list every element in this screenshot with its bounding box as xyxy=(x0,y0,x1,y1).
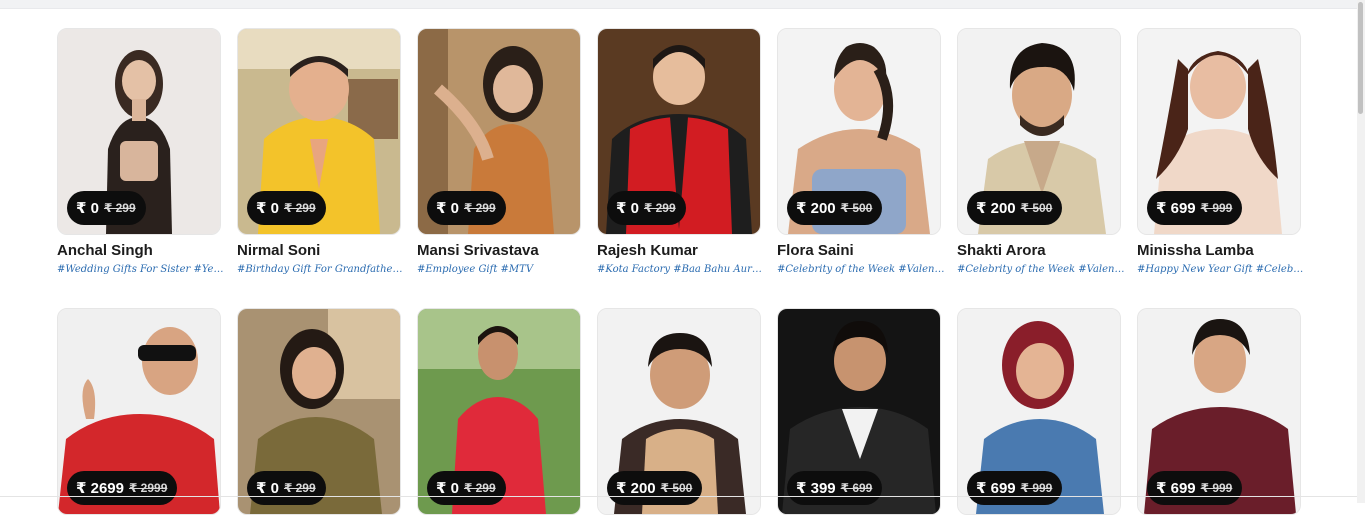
celebrity-photo[interactable]: ₹ 0 ₹ 299 xyxy=(417,308,581,515)
viewport-bottom-divider xyxy=(0,496,1357,497)
original-price: ₹ 500 xyxy=(660,481,693,495)
celebrity-name[interactable]: Shakti Arora xyxy=(957,242,1121,259)
celebrity-photo[interactable]: ₹ 200 ₹ 500 xyxy=(957,28,1121,235)
celebrity-name[interactable]: Minissha Lamba xyxy=(1137,242,1301,259)
price-badge: ₹ 200 ₹ 500 xyxy=(607,471,703,505)
celebrity-tags[interactable]: #Celebrity of the Week #Valentin... xyxy=(957,264,1125,275)
celebrity-grid-row-2: ₹ 2699 ₹ 2999 ₹ 0 ₹ 299 ₹ 0 ₹ 299 ₹ 200 … xyxy=(57,308,1301,515)
celebrity-card[interactable]: ₹ 0 ₹ 299 Rajesh Kumar #Kota Factory #Ba… xyxy=(597,28,765,275)
celebrity-name[interactable]: Flora Saini xyxy=(777,242,941,259)
original-price: ₹ 999 xyxy=(1200,201,1233,215)
celebrity-tags[interactable]: #Celebrity of the Week #Valentin... xyxy=(777,264,945,275)
celebrity-photo[interactable]: ₹ 2699 ₹ 2999 xyxy=(57,308,221,515)
celebrity-card[interactable]: ₹ 699 ₹ 999 Minissha Lamba #Happy New Ye… xyxy=(1137,28,1305,275)
celebrity-photo[interactable]: ₹ 0 ₹ 299 xyxy=(417,28,581,235)
price: ₹ 0 xyxy=(76,200,99,217)
original-price: ₹ 299 xyxy=(103,201,136,215)
celebrity-card[interactable]: ₹ 0 ₹ 299 Anchal Singh #Wedding Gifts Fo… xyxy=(57,28,225,275)
celebrity-card[interactable]: ₹ 0 ₹ 299 Mansi Srivastava #Employee Gif… xyxy=(417,28,581,275)
celebrity-tags[interactable]: #Wedding Gifts For Sister #Yeh Ka... xyxy=(57,264,225,275)
celebrity-photo[interactable]: ₹ 699 ₹ 999 xyxy=(957,308,1121,515)
price-badge: ₹ 0 ₹ 299 xyxy=(427,471,506,505)
celebrity-photo[interactable]: ₹ 0 ₹ 299 xyxy=(237,28,401,235)
price: ₹ 0 xyxy=(436,480,459,497)
price: ₹ 2699 xyxy=(76,480,124,497)
price: ₹ 699 xyxy=(1156,200,1196,217)
price-badge: ₹ 0 ₹ 299 xyxy=(67,191,146,225)
price: ₹ 699 xyxy=(976,480,1016,497)
celebrity-name[interactable]: Mansi Srivastava xyxy=(417,242,581,259)
price: ₹ 0 xyxy=(616,200,639,217)
celebrity-card[interactable]: ₹ 200 ₹ 500 Flora Saini #Celebrity of th… xyxy=(777,28,945,275)
original-price: ₹ 500 xyxy=(1020,201,1053,215)
original-price: ₹ 299 xyxy=(463,201,496,215)
celebrity-card[interactable]: ₹ 0 ₹ 299 xyxy=(417,308,581,515)
price-badge: ₹ 699 ₹ 999 xyxy=(1147,191,1243,225)
celebrity-tags[interactable]: #Kota Factory #Baa Bahu Aur Ba... xyxy=(597,264,765,275)
original-price: ₹ 2999 xyxy=(128,481,168,495)
price: ₹ 200 xyxy=(796,200,836,217)
price: ₹ 0 xyxy=(256,480,279,497)
celebrity-photo[interactable]: ₹ 0 ₹ 299 xyxy=(597,28,761,235)
celebrity-card[interactable]: ₹ 2699 ₹ 2999 xyxy=(57,308,221,515)
price: ₹ 200 xyxy=(616,480,656,497)
celebrity-card[interactable]: ₹ 699 ₹ 999 xyxy=(1137,308,1301,515)
scrollbar-thumb[interactable] xyxy=(1358,2,1363,114)
price: ₹ 0 xyxy=(256,200,279,217)
celebrity-photo[interactable]: ₹ 699 ₹ 999 xyxy=(1137,28,1301,235)
original-price: ₹ 999 xyxy=(1020,481,1053,495)
price-badge: ₹ 0 ₹ 299 xyxy=(427,191,506,225)
celebrity-card[interactable]: ₹ 399 ₹ 699 xyxy=(777,308,941,515)
celebrity-photo[interactable]: ₹ 699 ₹ 999 xyxy=(1137,308,1301,515)
original-price: ₹ 299 xyxy=(283,481,316,495)
price: ₹ 699 xyxy=(1156,480,1196,497)
price: ₹ 399 xyxy=(796,480,836,497)
celebrity-card[interactable]: ₹ 200 ₹ 500 xyxy=(597,308,761,515)
price-badge: ₹ 0 ₹ 299 xyxy=(247,191,326,225)
original-price: ₹ 500 xyxy=(840,201,873,215)
vertical-scrollbar[interactable] xyxy=(1357,0,1365,503)
celebrity-tags[interactable]: #Employee Gift #MTV xyxy=(417,264,585,275)
celebrity-tags[interactable]: #Birthday Gift For Grandfather ... xyxy=(237,264,405,275)
price: ₹ 200 xyxy=(976,200,1016,217)
celebrity-photo[interactable]: ₹ 399 ₹ 699 xyxy=(777,308,941,515)
celebrity-card[interactable]: ₹ 200 ₹ 500 Shakti Arora #Celebrity of t… xyxy=(957,28,1125,275)
celebrity-photo[interactable]: ₹ 0 ₹ 299 xyxy=(57,28,221,235)
original-price: ₹ 999 xyxy=(1200,481,1233,495)
price-badge: ₹ 699 ₹ 999 xyxy=(1147,471,1243,505)
celebrity-photo[interactable]: ₹ 200 ₹ 500 xyxy=(597,308,761,515)
price-badge: ₹ 200 ₹ 500 xyxy=(787,191,883,225)
celebrity-card[interactable]: ₹ 0 ₹ 299 xyxy=(237,308,401,515)
celebrity-card[interactable]: ₹ 0 ₹ 299 Nirmal Soni #Birthday Gift For… xyxy=(237,28,405,275)
price-badge: ₹ 0 ₹ 299 xyxy=(247,471,326,505)
page-header-edge xyxy=(0,0,1357,9)
celebrity-tags[interactable]: #Happy New Year Gift #Celebrity ... xyxy=(1137,264,1305,275)
celebrity-name[interactable]: Rajesh Kumar xyxy=(597,242,761,259)
price-badge: ₹ 0 ₹ 299 xyxy=(607,191,686,225)
original-price: ₹ 299 xyxy=(283,201,316,215)
price-badge: ₹ 200 ₹ 500 xyxy=(967,191,1063,225)
price-badge: ₹ 699 ₹ 999 xyxy=(967,471,1063,505)
original-price: ₹ 699 xyxy=(840,481,873,495)
original-price: ₹ 299 xyxy=(463,481,496,495)
price-badge: ₹ 2699 ₹ 2999 xyxy=(67,471,178,505)
celebrity-name[interactable]: Anchal Singh xyxy=(57,242,221,259)
celebrity-grid-row-1: ₹ 0 ₹ 299 Anchal Singh #Wedding Gifts Fo… xyxy=(57,28,1305,275)
price-badge: ₹ 399 ₹ 699 xyxy=(787,471,883,505)
celebrity-card[interactable]: ₹ 699 ₹ 999 xyxy=(957,308,1121,515)
original-price: ₹ 299 xyxy=(643,201,676,215)
celebrity-name[interactable]: Nirmal Soni xyxy=(237,242,401,259)
celebrity-photo[interactable]: ₹ 200 ₹ 500 xyxy=(777,28,941,235)
celebrity-photo[interactable]: ₹ 0 ₹ 299 xyxy=(237,308,401,515)
price: ₹ 0 xyxy=(436,200,459,217)
